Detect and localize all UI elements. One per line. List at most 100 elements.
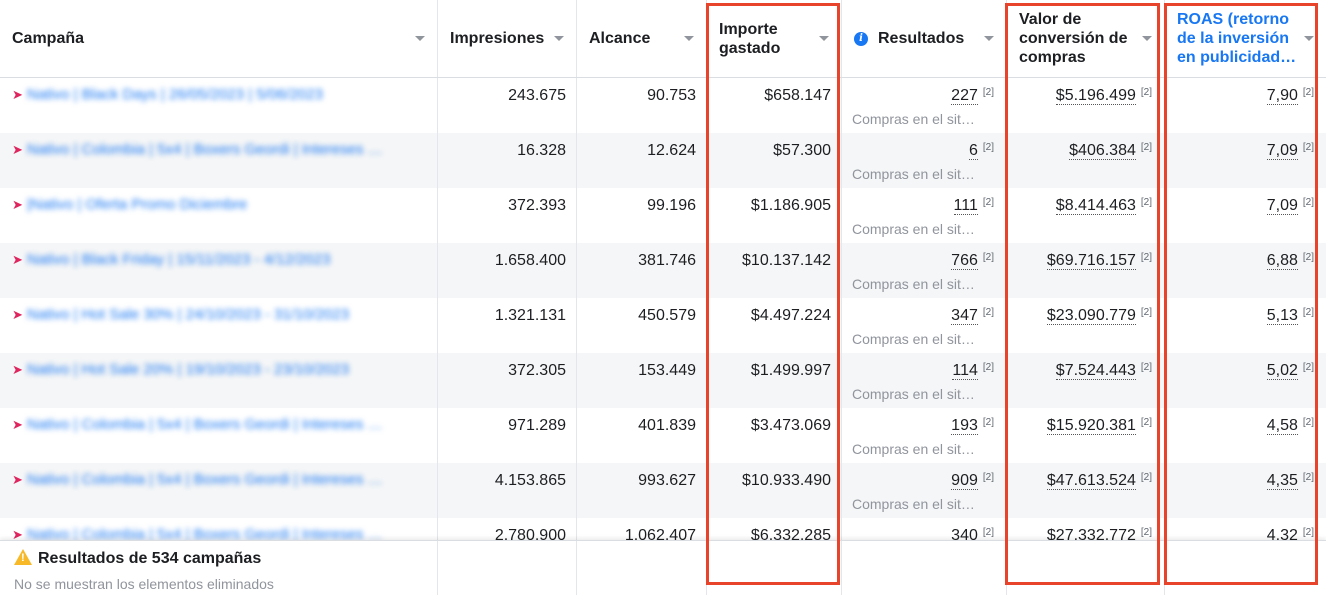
conversion-value[interactable]: $7.524.443: [1055, 362, 1136, 380]
footer-cell: [438, 541, 577, 595]
attribution-note: [2]: [1140, 87, 1152, 98]
table-row[interactable]: ➤ Nativo | Black Friday | 15/11/2023 - 4/…: [0, 243, 1326, 298]
campaign-cell[interactable]: ➤ Nativo | Colombia | 5x4 | Boxers Geordi…: [0, 463, 438, 518]
roas-value[interactable]: 6,88: [1266, 252, 1298, 270]
campaign-cell[interactable]: ➤ Nativo | Colombia | 5x4 | Boxers Geordi…: [0, 133, 438, 188]
column-header-results[interactable]: i Resultados: [842, 0, 1007, 77]
table-row[interactable]: ➤ Nativo | Colombia | 5x4 | Boxers Geordi…: [0, 133, 1326, 188]
results-value[interactable]: 227: [951, 87, 978, 105]
column-header-impressions[interactable]: Impresiones: [438, 0, 577, 77]
reach-cell: 1.062.407: [577, 518, 707, 540]
campaign-cell[interactable]: ➤ Nativo | Colombia | 5x4 | Boxers Geordi…: [0, 518, 438, 540]
roas-value[interactable]: 7,90: [1266, 87, 1298, 105]
column-label: ROAS (retorno de la inversión en publici…: [1177, 11, 1297, 66]
results-value[interactable]: 766: [951, 252, 978, 270]
sort-caret-icon[interactable]: [1142, 36, 1152, 41]
campaign-cell[interactable]: ➤ Nativo | Hot Sale 20% | 19/10/2023 - 23…: [0, 353, 438, 408]
roas-cell: 7,90 [2]: [1165, 78, 1326, 133]
sort-caret-icon[interactable]: [1304, 36, 1314, 41]
attribution-note: [2]: [1140, 472, 1152, 483]
results-value[interactable]: 340: [951, 527, 978, 540]
roas-cell: 4,58 [2]: [1165, 408, 1326, 463]
reach-cell: 12.624: [577, 133, 707, 188]
column-header-campaign[interactable]: Campaña: [0, 0, 438, 77]
campaign-name-link[interactable]: Nativo | Colombia | 5x4 | Boxers Geordi …: [27, 471, 383, 488]
roas-cell: 4,35 [2]: [1165, 463, 1326, 518]
roas-value[interactable]: 4,32: [1266, 527, 1298, 540]
conversion-value[interactable]: $15.920.381: [1046, 417, 1136, 435]
conversion-value[interactable]: $47.613.524: [1046, 472, 1136, 490]
reach-cell: 381.746: [577, 243, 707, 298]
campaign-name-link[interactable]: Nativo | Colombia | 5x4 | Boxers Geordi …: [27, 141, 383, 158]
table-row[interactable]: ➤ Nativo | Colombia | 5x4 | Boxers Geordi…: [0, 518, 1326, 540]
conversion-value[interactable]: $23.090.779: [1046, 307, 1136, 325]
sort-caret-icon[interactable]: [684, 36, 694, 41]
campaign-cell[interactable]: ➤ Nativo | Black Days | 26/05/2023 | 5/06…: [0, 78, 438, 133]
campaign-name-link[interactable]: |Nativo | Oferta Promo Diciembre: [27, 196, 247, 213]
campaign-name-link[interactable]: Nativo | Black Friday | 15/11/2023 - 4/1…: [27, 251, 331, 268]
impressions-value: 372.305: [508, 362, 566, 379]
results-value[interactable]: 114: [952, 362, 978, 380]
attribution-note: [2]: [1302, 362, 1314, 373]
results-value[interactable]: 347: [951, 307, 978, 325]
results-value[interactable]: 909: [951, 472, 978, 490]
column-header-roas[interactable]: ROAS (retorno de la inversión en publici…: [1165, 0, 1326, 77]
sort-caret-icon[interactable]: [984, 36, 994, 41]
spent-value: $3.473.069: [750, 417, 831, 434]
table-row[interactable]: ➤ Nativo | Black Days | 26/05/2023 | 5/06…: [0, 78, 1326, 133]
table-row[interactable]: ➤ Nativo | Hot Sale 20% | 19/10/2023 - 23…: [0, 353, 1326, 408]
attribution-note: [2]: [1140, 362, 1152, 373]
spent-value: $1.186.905: [750, 197, 831, 214]
table-row[interactable]: ➤ Nativo | Colombia | 5x4 | Boxers Geordi…: [0, 463, 1326, 518]
roas-value[interactable]: 5,13: [1266, 307, 1298, 325]
table-row[interactable]: ➤ |Nativo | Oferta Promo Diciembre 372.393…: [0, 188, 1326, 243]
campaign-icon: ➤: [12, 87, 23, 102]
table-row[interactable]: ➤ Nativo | Hot Sale 30% | 24/10/2023 - 31…: [0, 298, 1326, 353]
roas-value[interactable]: 4,35: [1266, 472, 1298, 490]
column-label: Impresiones: [450, 30, 545, 47]
results-cell: 347 [2] Compras en el sit…: [842, 298, 1007, 353]
sort-caret-icon[interactable]: [554, 36, 564, 41]
conversion-value[interactable]: $406.384: [1069, 142, 1136, 160]
campaign-name-link[interactable]: Nativo | Black Days | 26/05/2023 | 5/06/…: [27, 86, 323, 103]
roas-value[interactable]: 7,09: [1266, 142, 1298, 160]
results-cell: 340[2]Compras en el sit…: [842, 518, 1007, 540]
campaign-name-link[interactable]: Nativo | Colombia | 5x4 | Boxers Geordi …: [27, 416, 383, 433]
attribution-note: [2]: [982, 417, 994, 428]
attribution-note: [2]: [1302, 142, 1314, 153]
results-value[interactable]: 6: [968, 142, 978, 160]
sort-caret-icon[interactable]: [415, 36, 425, 41]
results-value[interactable]: 193: [951, 417, 978, 435]
conversion-value[interactable]: $27.332.772: [1046, 527, 1136, 540]
campaign-cell[interactable]: ➤ |Nativo | Oferta Promo Diciembre: [0, 188, 438, 243]
campaign-cell[interactable]: ➤ Nativo | Black Friday | 15/11/2023 - 4/…: [0, 243, 438, 298]
conversion-value[interactable]: $69.716.157: [1046, 252, 1136, 270]
column-header-spent[interactable]: Importe gastado: [707, 0, 842, 77]
campaign-name-link[interactable]: Nativo | Colombia | 5x4 | Boxers Geordi …: [27, 526, 383, 540]
campaign-cell[interactable]: ➤ Nativo | Colombia | 5x4 | Boxers Geordi…: [0, 408, 438, 463]
roas-value[interactable]: 5,02: [1266, 362, 1298, 380]
info-icon[interactable]: i: [854, 31, 868, 46]
roas-value[interactable]: 7,09: [1266, 197, 1298, 215]
conversion-value[interactable]: $5.196.499: [1055, 87, 1136, 105]
impressions-value: 16.328: [517, 142, 566, 159]
spent-value: $658.147: [764, 87, 831, 104]
campaign-name-link[interactable]: Nativo | Hot Sale 20% | 19/10/2023 - 23/…: [27, 361, 349, 378]
roas-value[interactable]: 4,58: [1266, 417, 1298, 435]
column-header-conversion-value[interactable]: Valor de conversión de compras: [1007, 0, 1165, 77]
results-value[interactable]: 111: [953, 197, 978, 215]
column-label: Campaña: [12, 30, 85, 47]
results-type: Compras en el sit…: [852, 331, 975, 347]
results-cell: 193 [2] Compras en el sit…: [842, 408, 1007, 463]
sort-caret-icon[interactable]: [819, 36, 829, 41]
campaign-name-link[interactable]: Nativo | Hot Sale 30% | 24/10/2023 - 31/…: [27, 306, 349, 323]
reach-cell: 90.753: [577, 78, 707, 133]
conversion-value-cell: $406.384 [2]: [1007, 133, 1165, 188]
table-row[interactable]: ➤ Nativo | Colombia | 5x4 | Boxers Geordi…: [0, 408, 1326, 463]
campaign-cell[interactable]: ➤ Nativo | Hot Sale 30% | 24/10/2023 - 31…: [0, 298, 438, 353]
impressions-cell: 4.153.865: [438, 463, 577, 518]
conversion-value[interactable]: $8.414.463: [1055, 197, 1136, 215]
reach-cell: 153.449: [577, 353, 707, 408]
column-header-reach[interactable]: Alcance: [577, 0, 707, 77]
attribution-note: [2]: [982, 307, 994, 318]
